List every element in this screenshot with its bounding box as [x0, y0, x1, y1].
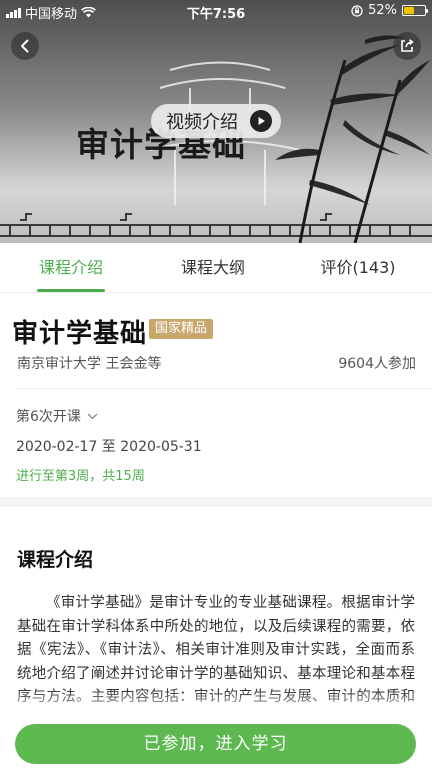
active-tab-indicator	[37, 289, 105, 292]
video-intro-button[interactable]: 视频介绍	[151, 104, 281, 138]
session-label: 第6次开课	[16, 409, 81, 425]
school-teachers[interactable]: 南京审计大学 王会金等	[17, 353, 161, 373]
divider	[16, 388, 432, 389]
course-progress: 进行至第3周，共15周	[16, 469, 145, 484]
participant-count: 9604人参加	[338, 356, 416, 372]
tab-course-intro[interactable]: 课程介绍	[0, 243, 142, 293]
share-button[interactable]	[393, 32, 421, 60]
enter-study-button[interactable]: 已参加，进入学习	[15, 724, 416, 764]
intro-heading: 课程介绍	[17, 549, 94, 571]
orientation-lock-icon	[351, 4, 363, 17]
battery-icon	[402, 5, 428, 16]
back-button[interactable]	[11, 32, 39, 60]
chevron-left-icon	[21, 39, 29, 53]
status-bar: 中国移动 下午7:56 52%	[0, 0, 432, 22]
section-separator	[0, 497, 432, 507]
session-selector[interactable]: 第6次开课	[16, 406, 98, 426]
chevron-down-icon	[87, 413, 98, 419]
video-intro-label: 视频介绍	[166, 112, 238, 133]
tab-reviews[interactable]: 评价(143)	[284, 243, 432, 293]
course-cover: 审计学基础 中国移动 下午7:56 52% 视频介绍	[0, 0, 432, 243]
share-icon	[401, 39, 414, 52]
battery-percent: 52%	[368, 3, 397, 18]
status-right: 52%	[351, 3, 428, 18]
course-title: 审计学基础	[12, 319, 148, 349]
play-icon	[250, 110, 272, 132]
quality-badge: 国家精品	[149, 319, 214, 339]
tab-course-outline[interactable]: 课程大纲	[142, 243, 284, 293]
course-dates: 2020-02-17 至 2020-05-31	[16, 439, 202, 455]
tab-bar: 课程介绍 课程大纲 评价(143)	[0, 243, 432, 293]
